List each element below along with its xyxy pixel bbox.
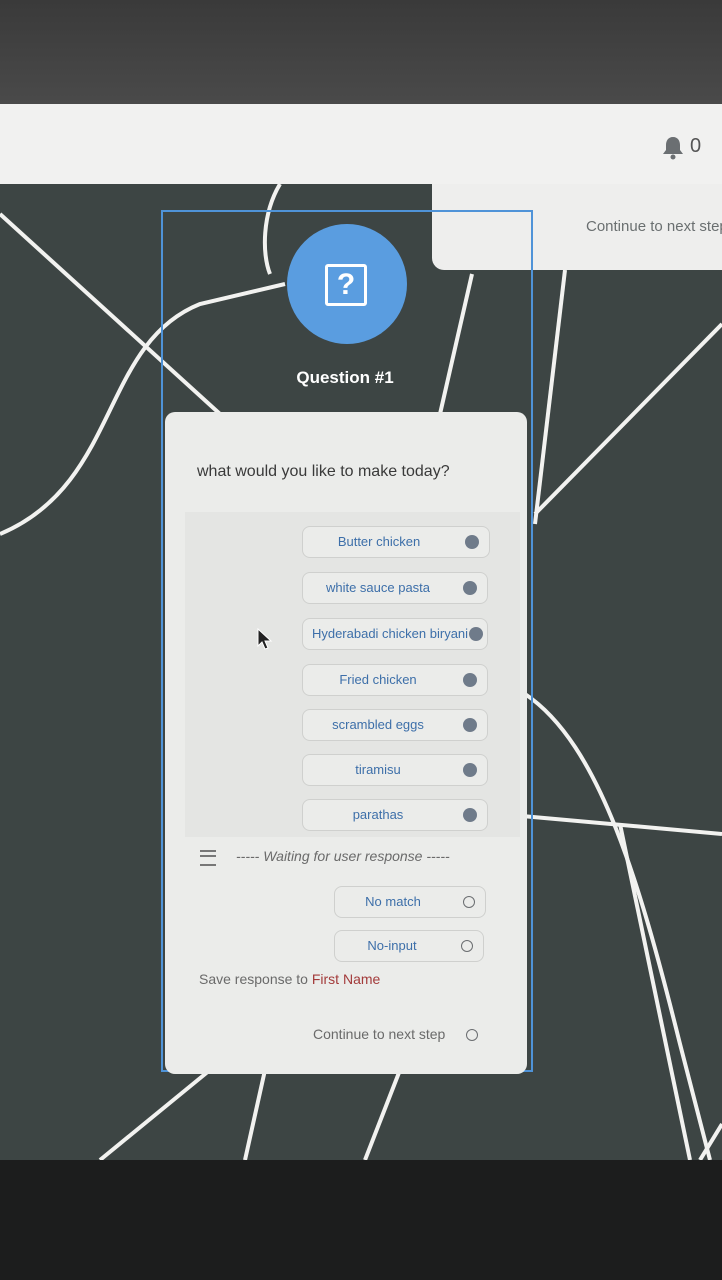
next-step-label: Continue to next step (586, 218, 722, 235)
save-variable[interactable]: First Name (312, 971, 380, 987)
continue-label: Continue to next step (313, 1026, 446, 1042)
output-port-icon[interactable] (463, 673, 477, 687)
option-button[interactable]: Butter chicken (302, 526, 490, 558)
listen-icon (200, 850, 216, 866)
notification-count: 0 (690, 135, 702, 157)
question-prompt: what would you like to make today? (197, 463, 450, 480)
no-match-button[interactable]: No match (334, 886, 486, 918)
fallback-label: No-input (367, 938, 417, 953)
output-port-icon[interactable] (463, 718, 477, 732)
option-label: scrambled eggs (332, 717, 424, 732)
option-label: white sauce pasta (325, 580, 431, 595)
question-icon: ? (325, 264, 367, 306)
output-port-icon[interactable] (469, 627, 483, 641)
screen-bezel-top (0, 0, 722, 105)
bell-icon[interactable] (660, 134, 686, 160)
option-label: parathas (352, 807, 404, 822)
save-response-line[interactable]: Save response to First Name (199, 971, 380, 987)
no-input-button[interactable]: No-input (334, 930, 484, 962)
screen-bezel-bottom (0, 1160, 722, 1280)
output-port-icon[interactable] (463, 896, 475, 908)
option-button[interactable]: white sauce pasta (302, 572, 488, 604)
node-title: Question #1 (296, 368, 394, 387)
fallback-label: No match (365, 894, 421, 909)
option-label: tiramisu (355, 762, 401, 777)
option-button[interactable]: Hyderabadi chicken biryani (302, 618, 488, 650)
option-label: Hyderabadi chicken biryani (311, 626, 469, 641)
top-bar (0, 104, 722, 184)
option-button[interactable]: Fried chicken (302, 664, 488, 696)
output-port-icon[interactable] (463, 581, 477, 595)
option-button[interactable]: scrambled eggs (302, 709, 488, 741)
save-prefix: Save response to (199, 971, 312, 987)
option-label: Butter chicken (337, 534, 421, 549)
mouse-cursor-icon (257, 628, 273, 650)
output-port-icon[interactable] (463, 763, 477, 777)
output-port-icon[interactable] (465, 535, 479, 549)
output-port-icon[interactable] (461, 940, 473, 952)
output-port-icon[interactable] (463, 808, 477, 822)
option-button[interactable]: parathas (302, 799, 488, 831)
option-label: Fried chicken (339, 672, 417, 687)
option-button[interactable]: tiramisu (302, 754, 488, 786)
continue-port-icon[interactable] (466, 1029, 478, 1041)
waiting-status: ----- Waiting for user response ----- (236, 848, 450, 864)
